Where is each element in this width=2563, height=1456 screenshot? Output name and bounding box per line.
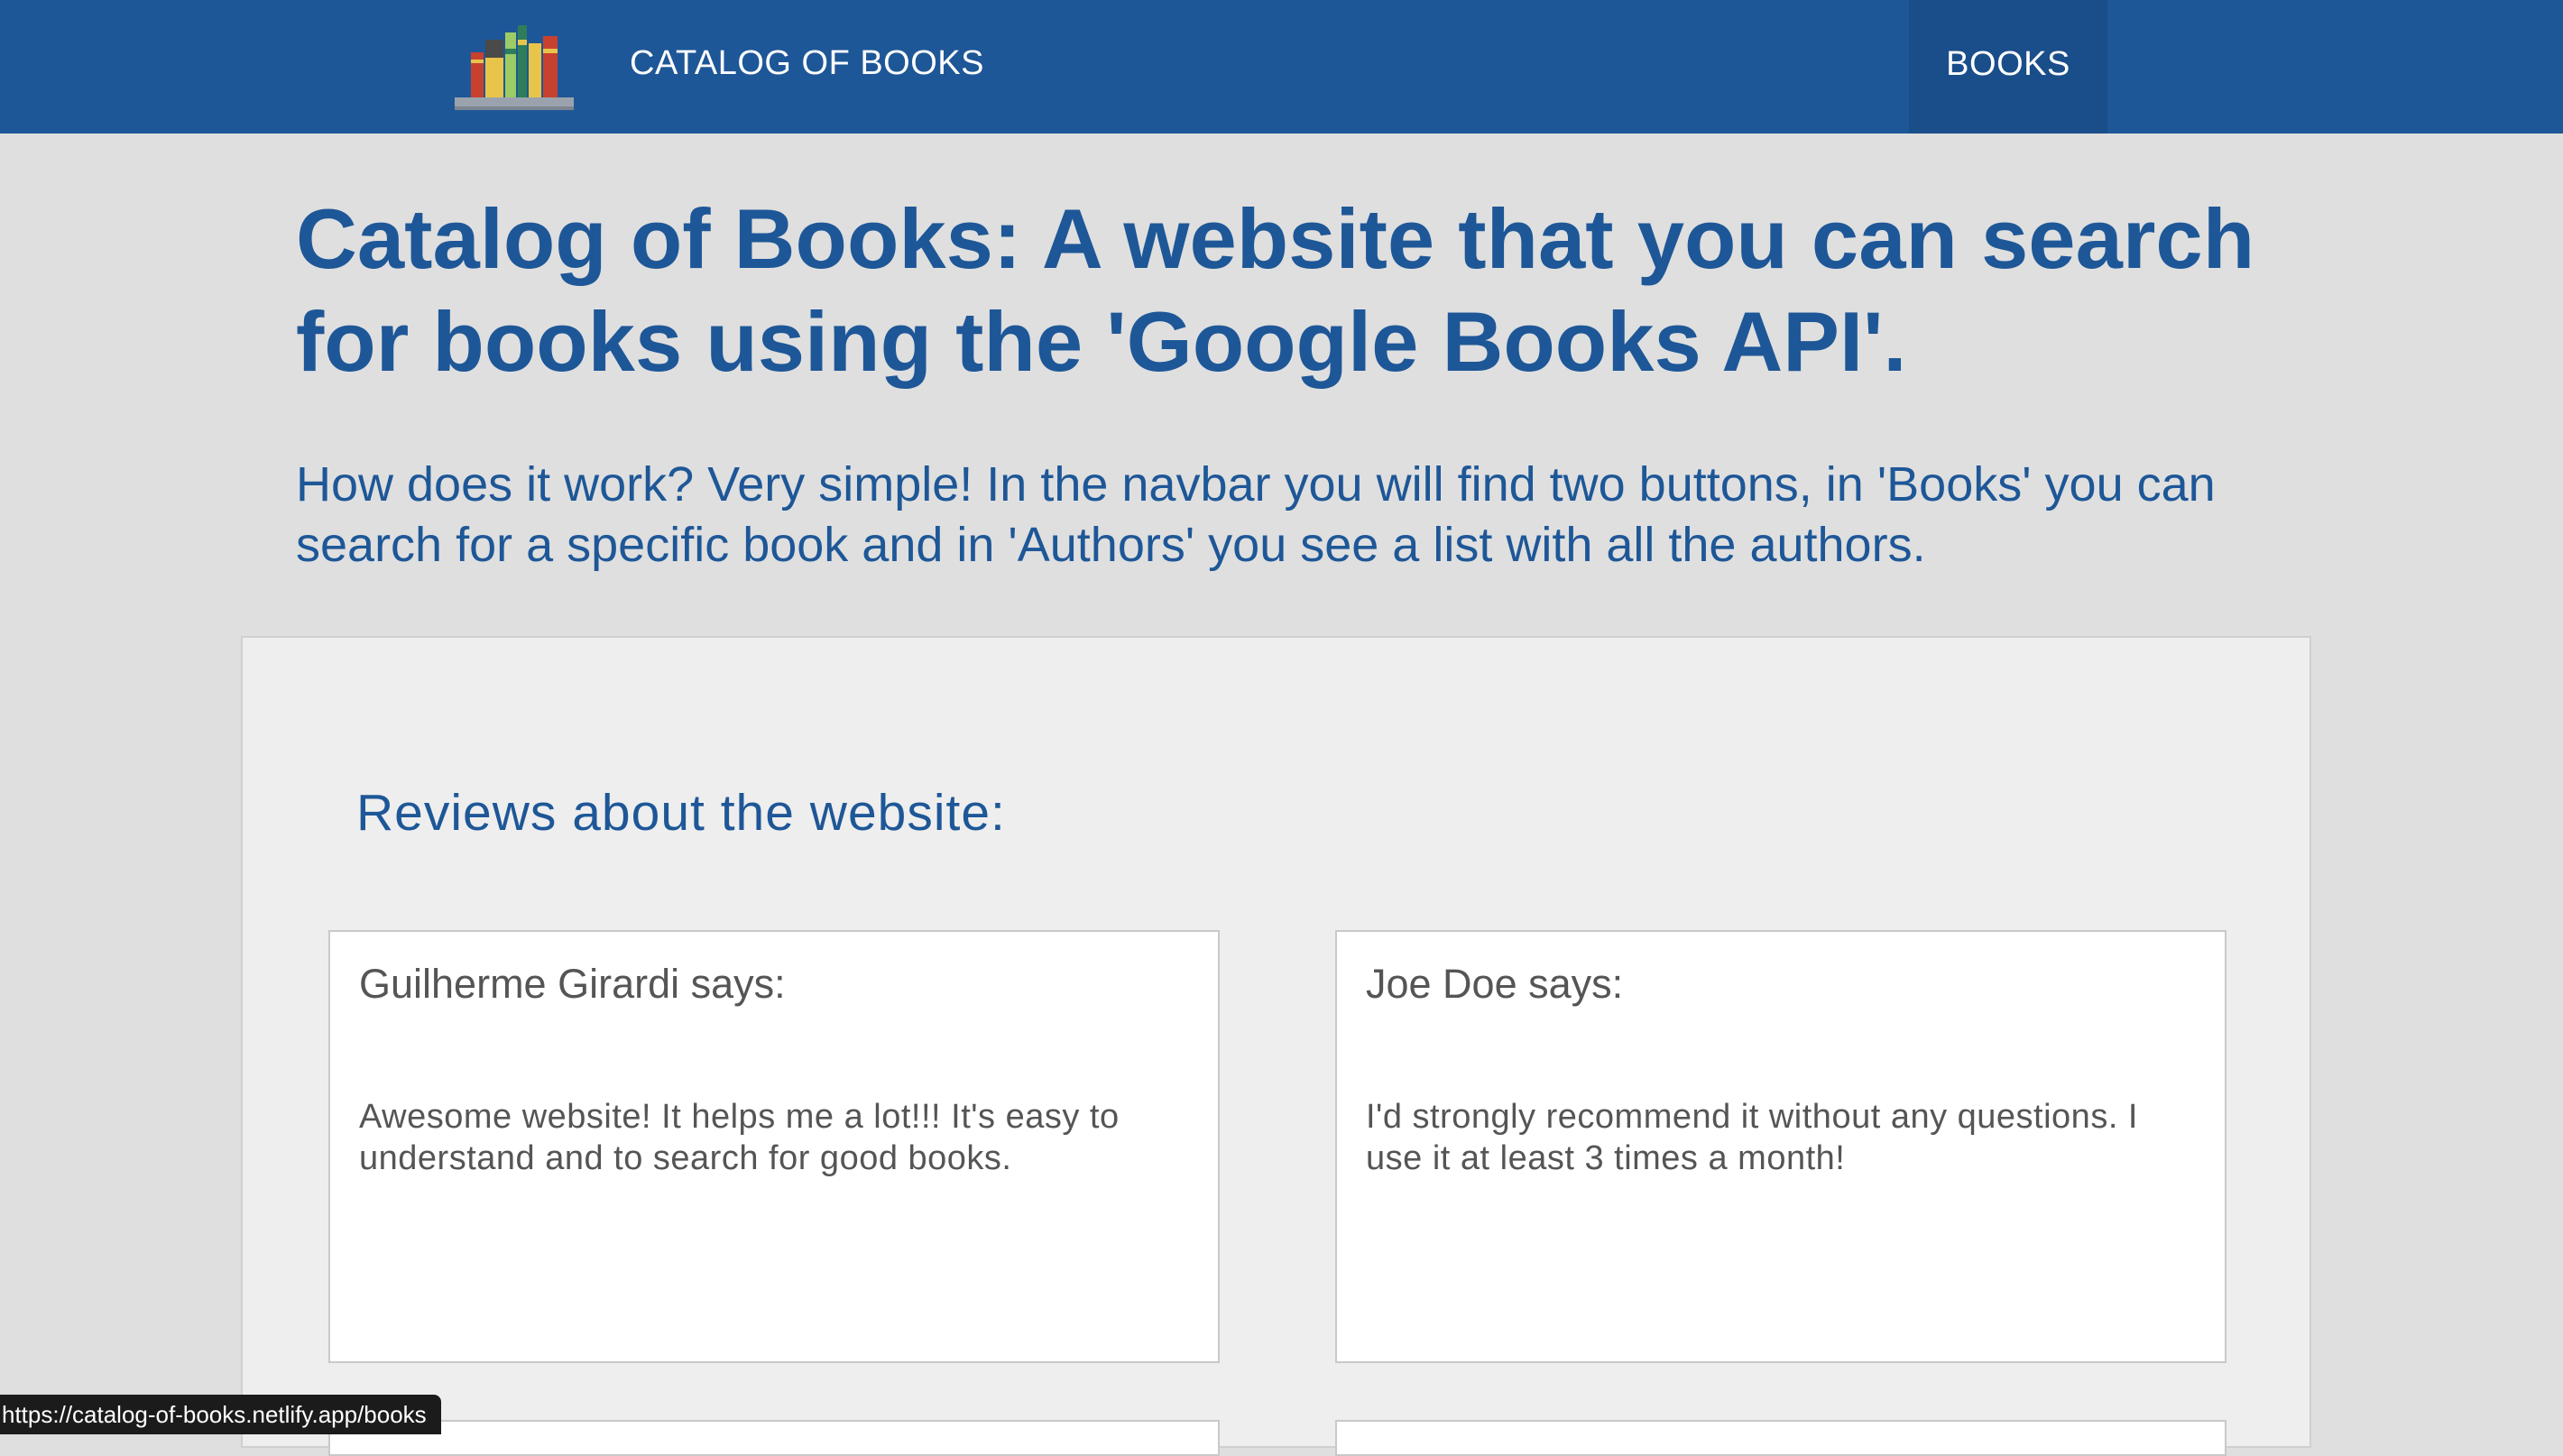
review-text: I'd strongly recommend it without any qu…: [1366, 1098, 2138, 1177]
review-author: Joe Doe says:: [1366, 961, 1624, 1007]
review-card: [328, 1420, 1220, 1456]
review-card: [1335, 1420, 2226, 1456]
page-title: Catalog of Books: A website that you can…: [296, 191, 2255, 389]
reviews-title: Reviews about the website:: [356, 784, 1006, 842]
review-card: Joe Doe says: I'd strongly recommend it …: [1335, 930, 2226, 1363]
navbar: CATALOG OF BOOKS BOOKS: [0, 0, 2563, 134]
status-url: https://catalog-of-books.netlify.app/boo…: [0, 1395, 441, 1434]
review-text: Awesome website! It helps me a lot!!! It…: [359, 1098, 1120, 1177]
intro-text: How does it work? Very simple! In the na…: [296, 457, 2216, 572]
brand-title[interactable]: CATALOG OF BOOKS: [630, 40, 984, 87]
review-author: Guilherme Girardi says:: [359, 961, 786, 1007]
nav-books-link[interactable]: BOOKS: [1909, 0, 2107, 134]
bookshelf-icon[interactable]: [455, 13, 574, 110]
review-card: Guilherme Girardi says: Awesome website!…: [328, 930, 1220, 1363]
